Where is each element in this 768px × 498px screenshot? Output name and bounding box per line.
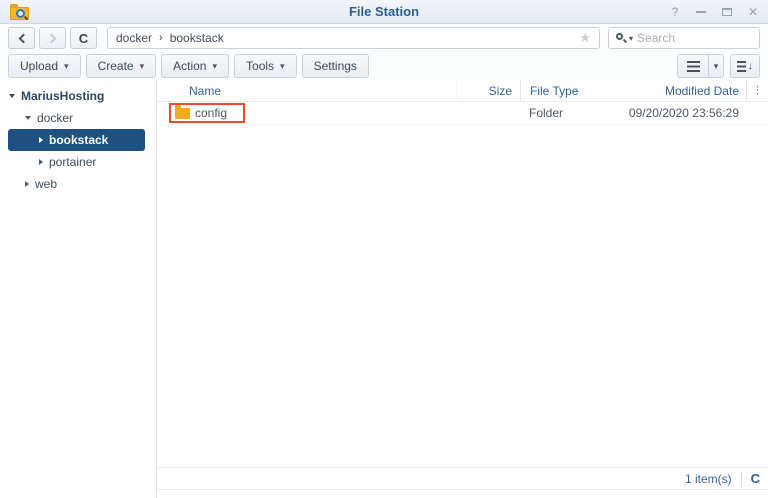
red-highlight-box[interactable]: config bbox=[169, 103, 246, 123]
file-list-pane: Name Size File Type Modified Date ⋮ conf… bbox=[157, 80, 768, 498]
settings-button[interactable]: Settings bbox=[301, 54, 369, 78]
search-icon bbox=[615, 32, 628, 44]
header-file-type[interactable]: File Type bbox=[520, 80, 616, 101]
create-button-label: Create bbox=[97, 59, 134, 73]
sort-arrow-icon: ↓ bbox=[748, 60, 753, 72]
maximize-icon[interactable] bbox=[720, 5, 734, 19]
search-box[interactable]: ▾ bbox=[608, 27, 760, 49]
sidebar-item-label: bookstack bbox=[49, 133, 109, 147]
help-icon[interactable]: ? bbox=[668, 5, 682, 19]
sidebar-item-label: web bbox=[35, 177, 58, 191]
titlebar: File Station ? ✕ bbox=[0, 0, 768, 24]
search-options-caret-icon[interactable]: ▾ bbox=[629, 34, 633, 43]
sidebar-item-web[interactable]: web bbox=[0, 173, 156, 195]
create-button[interactable]: Create ▾ bbox=[85, 54, 157, 78]
header-name[interactable]: Name bbox=[157, 84, 456, 98]
sidebar-item-bookstack[interactable]: bookstack bbox=[8, 129, 145, 151]
header-modified-date[interactable]: Modified Date bbox=[616, 80, 746, 101]
chevron-left-icon bbox=[18, 33, 28, 43]
breadcrumb-segment-docker[interactable]: docker bbox=[116, 31, 152, 45]
file-type-cell: Folder bbox=[529, 106, 564, 120]
view-mode-caret-button[interactable]: ▾ bbox=[708, 55, 723, 77]
expand-triangle-icon[interactable] bbox=[9, 94, 15, 98]
collapse-triangle-icon[interactable] bbox=[39, 159, 43, 165]
modified-date-cell: 09/20/2020 23:56:29 bbox=[628, 106, 739, 120]
chevron-right-icon bbox=[46, 33, 56, 43]
file-station-app-icon bbox=[10, 4, 29, 21]
action-button-label: Action bbox=[173, 59, 207, 73]
sidebar-item-label: docker bbox=[37, 111, 74, 125]
refresh-button[interactable]: C bbox=[70, 27, 97, 49]
search-input[interactable] bbox=[637, 31, 753, 45]
sidebar-item-docker[interactable]: docker bbox=[0, 107, 156, 129]
collapse-triangle-icon[interactable] bbox=[25, 181, 29, 187]
folder-icon bbox=[175, 104, 190, 119]
caret-down-icon: ▾ bbox=[139, 60, 145, 71]
sidebar-item-label: MariusHosting bbox=[21, 89, 105, 103]
settings-button-label: Settings bbox=[313, 59, 357, 73]
status-divider bbox=[740, 471, 742, 486]
navigation-bar: C docker › bookstack ★ ▾ bbox=[0, 24, 768, 52]
tools-button[interactable]: Tools ▾ bbox=[234, 54, 297, 78]
breadcrumb-segment-bookstack[interactable]: bookstack bbox=[170, 31, 224, 45]
back-button[interactable] bbox=[8, 27, 35, 49]
view-mode-control: ▾ bbox=[677, 54, 724, 78]
list-view-button[interactable] bbox=[678, 55, 708, 77]
tools-button-label: Tools bbox=[246, 59, 275, 73]
name-cell: config bbox=[157, 103, 456, 123]
column-options-icon[interactable]: ⋮ bbox=[746, 80, 768, 101]
window-title: File Station bbox=[348, 4, 420, 19]
caret-down-icon: ▾ bbox=[212, 60, 218, 71]
sidebar: MariusHosting docker bookstack portainer… bbox=[0, 80, 157, 498]
upload-button[interactable]: Upload ▾ bbox=[8, 54, 81, 78]
refresh-icon: C bbox=[78, 30, 89, 46]
caret-down-icon: ▾ bbox=[280, 60, 285, 71]
file-station-window: File Station ? ✕ C docker › bookstack ★ … bbox=[0, 0, 768, 498]
breadcrumb[interactable]: docker › bookstack ★ bbox=[107, 27, 600, 49]
upload-button-label: Upload bbox=[20, 59, 59, 73]
close-icon[interactable]: ✕ bbox=[746, 5, 760, 19]
sidebar-item-mariushosting[interactable]: MariusHosting bbox=[0, 85, 156, 107]
header-size[interactable]: Size bbox=[456, 80, 520, 101]
sort-lines-icon bbox=[737, 60, 746, 72]
sidebar-item-portainer[interactable]: portainer bbox=[0, 151, 156, 173]
file-name: config bbox=[195, 106, 228, 120]
collapse-triangle-icon[interactable] bbox=[39, 137, 43, 143]
caret-down-icon: ▾ bbox=[64, 60, 69, 71]
toolbar: Upload ▾ Create ▾ Action ▾ Tools ▾ Setti… bbox=[0, 52, 768, 80]
window-body: MariusHosting docker bookstack portainer… bbox=[0, 80, 768, 498]
forward-button[interactable] bbox=[39, 27, 66, 49]
action-button[interactable]: Action ▾ bbox=[161, 54, 230, 78]
sort-button[interactable]: ↓ bbox=[730, 54, 760, 78]
file-rows: config Folder 09/20/2020 23:56:29 bbox=[157, 102, 768, 467]
toolbar-right: ▾ ↓ bbox=[677, 54, 760, 78]
window-controls: ? ✕ bbox=[668, 0, 760, 24]
bottom-spacer bbox=[157, 490, 768, 498]
table-row[interactable]: config Folder 09/20/2020 23:56:29 bbox=[157, 102, 768, 125]
list-view-icon bbox=[686, 60, 700, 72]
breadcrumb-separator-icon: › bbox=[159, 32, 163, 44]
refresh-list-icon[interactable]: C bbox=[751, 471, 760, 486]
minimize-icon[interactable] bbox=[694, 5, 708, 19]
caret-down-icon: ▾ bbox=[713, 60, 719, 71]
sidebar-item-label: portainer bbox=[49, 155, 97, 169]
item-count: 1 item(s) bbox=[684, 471, 732, 486]
expand-triangle-icon[interactable] bbox=[25, 116, 31, 120]
table-header: Name Size File Type Modified Date ⋮ bbox=[157, 80, 768, 102]
bookmark-star-icon[interactable]: ★ bbox=[579, 30, 591, 46]
status-bar: 1 item(s) C bbox=[157, 467, 768, 490]
